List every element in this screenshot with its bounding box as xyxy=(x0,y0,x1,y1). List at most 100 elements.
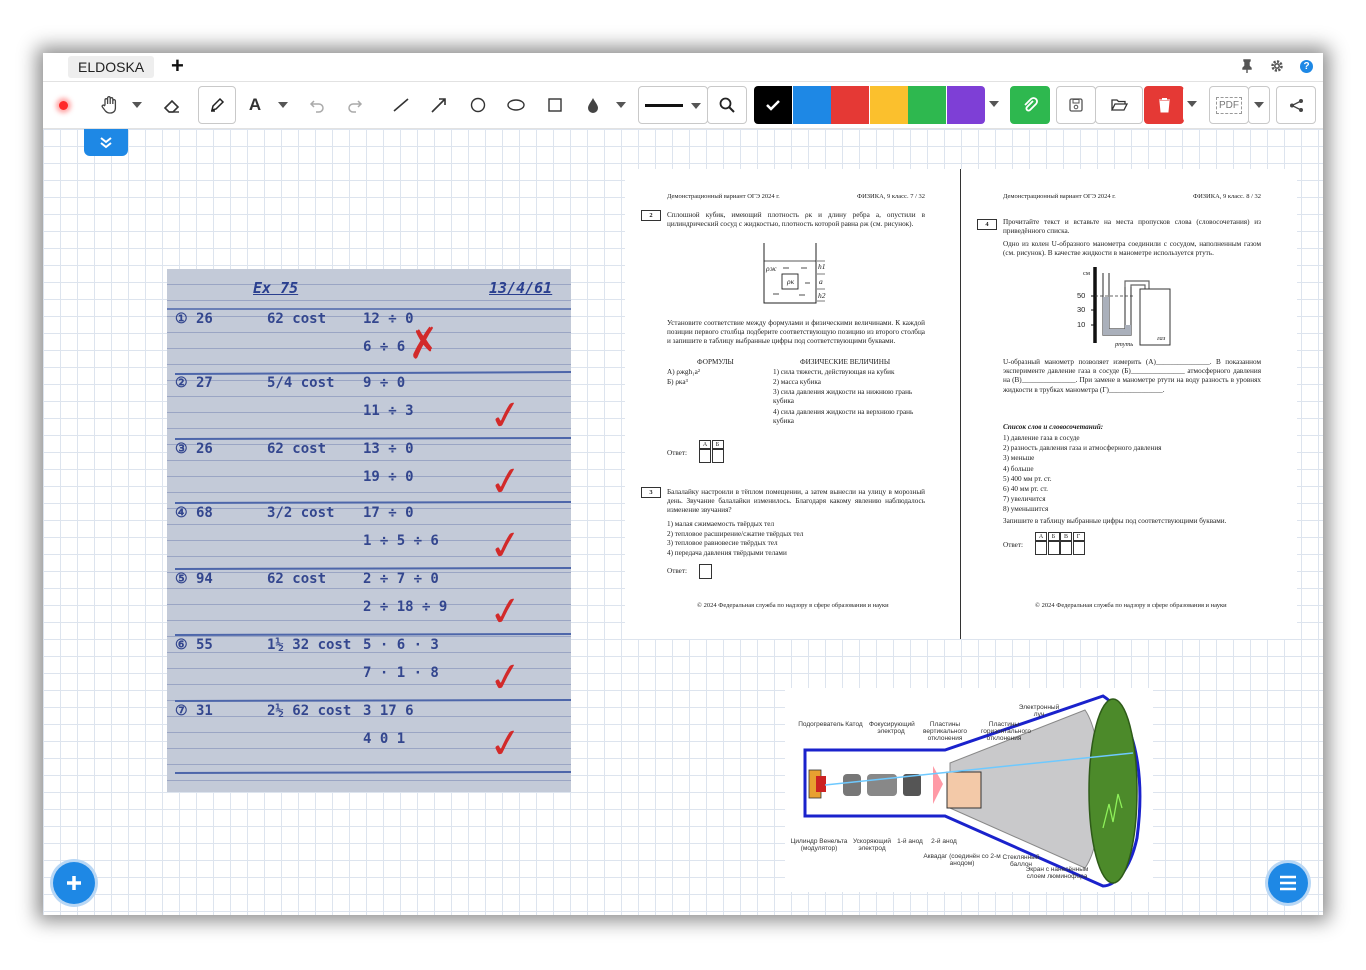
check-icon xyxy=(766,100,780,111)
word-list-item: 1) давление газа в сосуде xyxy=(1003,434,1080,442)
hand-dropdown-caret[interactable] xyxy=(131,82,143,128)
whiteboard-canvas[interactable]: Ex 75 13/4/61 ① 26 62 cost 12 ÷ 06 ÷ 6 ✗ ② 2… xyxy=(43,129,1323,915)
save-button[interactable] xyxy=(1056,86,1096,124)
manometer-gas-label: газ xyxy=(1157,335,1166,342)
notebook-row-expression: 2½ 62 cost xyxy=(267,703,352,719)
color-swatch-4[interactable] xyxy=(908,86,946,124)
color-swatch-0[interactable] xyxy=(754,86,792,124)
chevron-double-down-icon xyxy=(100,136,112,148)
zoom-button[interactable] xyxy=(707,86,747,124)
ellipse-icon[interactable] xyxy=(507,99,525,111)
color-swatch-3[interactable] xyxy=(869,86,908,124)
color-swatch-1[interactable] xyxy=(792,86,831,124)
crt-label-screen: Экран с нанесённым слоем люминофора xyxy=(1025,866,1089,880)
quantity-item: 1) сила тяжести, действующая на кубик xyxy=(773,368,895,376)
circle-icon[interactable] xyxy=(470,97,486,113)
pdf-dropdown-caret[interactable] xyxy=(1248,86,1270,124)
notebook-row-mark: ✓ xyxy=(485,390,526,442)
answer-table-cell[interactable] xyxy=(1035,541,1047,555)
notebook-row-result-2: 11 ÷ 3 xyxy=(363,403,414,419)
undo-icon[interactable] xyxy=(309,97,325,113)
rectangle-icon[interactable] xyxy=(548,98,562,112)
toolbar: A PDF xyxy=(43,82,1323,129)
question-3-option: 2) тепловое расширение/сжатие твёрдых те… xyxy=(667,529,804,538)
pencil-tool-button[interactable] xyxy=(198,86,236,124)
answer-table-cell[interactable] xyxy=(1047,541,1060,555)
eraser-icon[interactable] xyxy=(163,96,181,114)
tab-bar: ELDOSKA + ? xyxy=(43,53,1323,82)
exam-sheet[interactable]: Демонстрационный вариант ОГЭ 2024 г. ФИЗ… xyxy=(625,169,1297,639)
page-header-right-2: ФИЗИКА, 9 класс. 8 / 32 xyxy=(1192,193,1261,200)
answer-table-cell[interactable] xyxy=(1072,541,1085,555)
stroke-width-select[interactable] xyxy=(638,86,708,124)
answer-table-cell[interactable] xyxy=(1060,541,1072,555)
notebook-row-result-2: 1 ÷ 5 ÷ 6 xyxy=(363,533,439,549)
open-button[interactable] xyxy=(1095,86,1143,124)
text-icon[interactable]: A xyxy=(247,82,263,128)
line-icon[interactable] xyxy=(393,97,409,113)
notebook-row-number: ⑦ 31 xyxy=(175,703,213,719)
add-tab-button[interactable]: + xyxy=(171,55,184,77)
question-4-body: U-образный манометр позволяет измерить (… xyxy=(1003,358,1261,394)
redo-icon[interactable] xyxy=(347,97,363,113)
question-3-option: 4) передача давления твёрдыми телами xyxy=(667,548,787,557)
question-4-intro: Одно из колен U-образного манометра соед… xyxy=(1003,240,1261,258)
tab-eldoska[interactable]: ELDOSKA xyxy=(68,56,155,78)
color-dropdown-button[interactable] xyxy=(985,86,1003,122)
stroke-width-caret xyxy=(691,103,701,109)
quantity-item: 2) масса кубика xyxy=(773,378,821,386)
notebook-row-number: ④ 68 xyxy=(175,505,213,521)
hamburger-menu-icon xyxy=(1280,875,1296,891)
attach-button[interactable] xyxy=(1010,86,1050,124)
crt-label-wehnelt: Цилиндр Венельта (модулятор) xyxy=(790,838,848,852)
notebook-row-mark: ✗ xyxy=(403,318,444,370)
answer-table-cell[interactable] xyxy=(711,449,724,463)
crt-label-anode1: 1-й анод xyxy=(897,838,923,845)
answer-table-cell[interactable] xyxy=(699,449,711,463)
exam-page-left: Демонстрационный вариант ОГЭ 2024 г. ФИЗ… xyxy=(641,169,925,639)
word-list-item: 4) больше xyxy=(1003,464,1034,473)
crt-diagram[interactable]: Подогреватель Катод Фокусирующий электрод П… xyxy=(785,688,1153,892)
color-swatch-5[interactable] xyxy=(946,86,985,124)
share-button[interactable] xyxy=(1276,86,1316,124)
main-menu-button[interactable] xyxy=(1268,863,1308,903)
hand-icon[interactable] xyxy=(100,95,120,115)
notebook-row-result-1: 17 ÷ 0 xyxy=(363,505,414,521)
manometer-tick: 50 xyxy=(1077,291,1086,300)
delete-dropdown-caret[interactable] xyxy=(1183,86,1201,122)
fill-icon[interactable] xyxy=(587,97,599,113)
delete-button[interactable] xyxy=(1144,86,1184,124)
app-window: ELDOSKA + ? A PDF Ex 75 13/4/61 ① 26 62 … xyxy=(43,53,1323,915)
collapse-toolbar-button[interactable] xyxy=(84,129,128,156)
zoom-icon xyxy=(719,97,735,113)
text-dropdown-caret[interactable] xyxy=(277,82,289,128)
notebook-row-mark: ✓ xyxy=(485,586,526,638)
answer-table-header: А xyxy=(1035,532,1047,541)
word-list-item: 6) 40 мм рт. ст. xyxy=(1003,485,1048,493)
page-footer-left: © 2024 Федеральная служба по надзору в с… xyxy=(697,602,889,609)
answer-box-q3[interactable] xyxy=(699,564,712,579)
answer-label-q4: Ответ: xyxy=(1003,541,1024,549)
notebook-photo[interactable]: Ex 75 13/4/61 ① 26 62 cost 12 ÷ 06 ÷ 6 ✗ ② 2… xyxy=(167,269,571,792)
add-content-button[interactable] xyxy=(53,862,95,904)
arrow-icon[interactable] xyxy=(431,97,447,113)
settings-gear-icon[interactable] xyxy=(1270,59,1284,73)
answer-label-q2: Ответ: xyxy=(667,449,688,457)
crt-label-heater: Подогреватель xyxy=(798,721,844,728)
answer-table-header: Г xyxy=(1072,532,1085,541)
attach-icon xyxy=(1024,97,1038,112)
stroke-width-preview xyxy=(645,103,683,107)
crt-label-accel: Ускоряющий электрод xyxy=(852,838,892,852)
notebook-row-result-1: 9 ÷ 0 xyxy=(363,375,406,391)
fill-dropdown-caret[interactable] xyxy=(615,82,627,128)
crt-label-focus: Фокусирующий электрод xyxy=(869,721,915,735)
question-3-text: Балалайку настроили в тёплом помещении, … xyxy=(667,488,925,515)
crt-label-aquadag: Аквадаг (соединён со 2-м анодом) xyxy=(923,853,1001,867)
pdf-export-button[interactable]: PDF xyxy=(1209,86,1249,124)
pin-icon[interactable] xyxy=(1241,59,1253,73)
plus-icon xyxy=(67,876,81,890)
help-icon[interactable]: ? xyxy=(1300,60,1313,73)
color-swatch-2[interactable] xyxy=(831,86,869,124)
record-icon[interactable] xyxy=(55,82,71,128)
notebook-row-result-2: 19 ÷ 0 xyxy=(363,469,414,485)
